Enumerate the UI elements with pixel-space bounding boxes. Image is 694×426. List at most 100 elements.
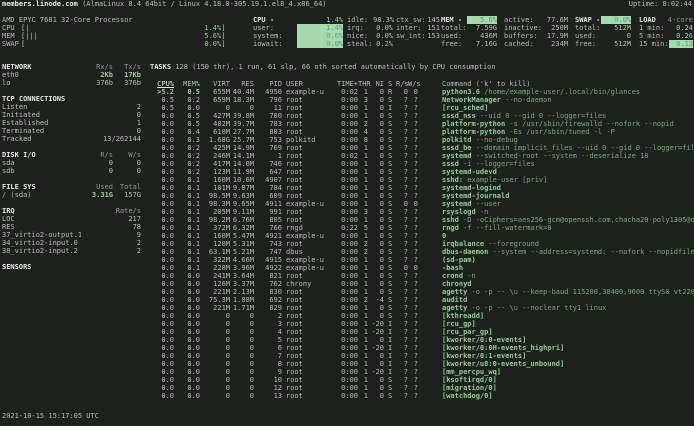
process-row[interactable]: >5.20.5655M40.4M4950example-u0:0210R00py…: [150, 88, 694, 96]
process-row[interactable]: 0.00.2425M14.9M769root0:0010S??sssd_be -…: [150, 144, 694, 152]
cell-time: 0:00: [332, 96, 358, 104]
cell-pid: 762: [254, 280, 282, 288]
cell-wps: ?: [408, 384, 418, 392]
process-row[interactable]: 0.00.4610M27.7M803root0:0040S??platform-…: [150, 128, 694, 136]
column-header-time[interactable]: TIME+: [332, 80, 358, 88]
process-row[interactable]: 0.00.0007root0:0010I??[kworker/0:1-event…: [150, 352, 694, 360]
cell-virt: 0: [200, 328, 230, 336]
process-row[interactable]: 0.00.1205M9.11M991root0:0030S??rsyslogd …: [150, 208, 694, 216]
process-row[interactable]: 0.00.0221M1.71M829root0:0010S??agetty -o…: [150, 304, 694, 312]
process-row[interactable]: 0.00.00012root0:0010S??[migration/0]: [150, 384, 694, 392]
process-row[interactable]: 0.00.0221M2.13M830root0:0010S??agetty -o…: [150, 288, 694, 296]
process-row[interactable]: 0.00.00010root0:0010S??[ksoftirqd/0]: [150, 376, 694, 384]
cell-command: [rcu_par_gp]: [442, 328, 694, 336]
stat-value: 1.4%: [297, 24, 343, 32]
item-name: Established: [2, 119, 81, 127]
cell-time: 0:22: [332, 224, 358, 232]
column-header-res[interactable]: RES: [230, 80, 254, 88]
cell-thr: 1: [358, 216, 368, 224]
process-row[interactable]: 0.00.1160M10.6M4907root0:0010S??sshd: ex…: [150, 176, 694, 184]
process-row[interactable]: 0.00.0005root0:0010I??[kworker/0:0-event…: [150, 336, 694, 344]
column-header-thr[interactable]: THR: [358, 80, 368, 88]
process-row[interactable]: 0.00.1101M9.87M784root0:0010S??systemd-l…: [150, 184, 694, 192]
cell-mem: 0.1: [174, 232, 200, 240]
column-header-cpu[interactable]: CPU%: [150, 80, 174, 88]
process-row[interactable]: 0.50.2659M18.3M796root0:0030S??NetworkMa…: [150, 96, 694, 104]
process-row[interactable]: 0.00.0004root0:001-20I??[rcu_par_gp]: [150, 328, 694, 336]
item-name: 37_virtio2-output.1: [2, 231, 81, 239]
item-value: 13/262144: [81, 135, 141, 143]
process-row[interactable]: 0.00.198.5M9.63M609root0:0010S??systemd-…: [150, 192, 694, 200]
cell-res: 6.32M: [230, 224, 254, 232]
cell-cpu: 0.0: [150, 280, 174, 288]
cell-state: S: [388, 176, 396, 184]
item-value: 0: [81, 167, 113, 175]
cell-state: I: [388, 368, 396, 376]
process-row[interactable]: 0.00.0241M3.64M821root0:0010S??crond -n: [150, 272, 694, 280]
stat-label: total:: [575, 24, 601, 32]
column-header-state[interactable]: S: [388, 80, 396, 88]
process-row[interactable]: 0.00.5427M39.8M780root0:0010S??sssd_nss …: [150, 112, 694, 120]
glances-terminal[interactable]: members.linode.com (AlmaLinux 8.4 64bit …: [0, 0, 694, 426]
process-row[interactable]: 0.00.2123M11.9M647root0:0010S??systemd-u…: [150, 168, 694, 176]
item-name: LOC: [2, 215, 81, 223]
stat-row: used:436M: [441, 32, 497, 40]
process-row[interactable]: 0.00.31.68G25.7M753polkitd0:0080S??polki…: [150, 136, 694, 144]
process-row[interactable]: 0.00.1372M6.32M766rngd0:2250S??rngd -f -…: [150, 224, 694, 232]
column-header-user[interactable]: USER: [286, 80, 332, 88]
process-row[interactable]: 0.00.198.2M6.76M805root0:0010S??sshd -D …: [150, 216, 694, 224]
process-row[interactable]: 0.00.163.1M5.21M747dbus0:0020S??dbus-dae…: [150, 248, 694, 256]
process-row[interactable]: 0.00.1160M5.47M4921example-u0:0010S??0: [150, 232, 694, 240]
cell-virt: 372M: [200, 224, 230, 232]
process-row[interactable]: 0.00.075.3M1.88M692root0:002-4S??auditd: [150, 296, 694, 304]
process-row[interactable]: 0.00.00013root0:0010S??[watchdog/0]: [150, 392, 694, 400]
process-row[interactable]: 0.00.0009root0:001-20I??[mm_percpu_wq]: [150, 368, 694, 376]
cell-user: example-u: [286, 232, 332, 240]
column-header-virt[interactable]: VIRT: [200, 80, 230, 88]
cell-res: 39.7M: [230, 120, 254, 128]
cell-ni: -4: [368, 296, 384, 304]
cell-state: S: [388, 168, 396, 176]
cell-state: S: [388, 136, 396, 144]
stat-value: 512M: [601, 40, 631, 48]
cell-command: [migration/0]: [442, 384, 694, 392]
process-row[interactable]: 0.00.2246M14.1M1root0:0210S??systemd --s…: [150, 152, 694, 160]
cell-pid: 4922: [254, 264, 282, 272]
cell-rps: ?: [396, 120, 408, 128]
column-header-pid[interactable]: PID: [254, 80, 282, 88]
column-header-wps[interactable]: W/s: [408, 80, 418, 88]
cell-wps: ?: [408, 360, 418, 368]
stat-label: steal:: [347, 40, 373, 48]
list-item: RES78: [2, 223, 141, 231]
column-header-rps[interactable]: R/s: [396, 80, 408, 88]
swap-gauge-label: SWAP: [2, 40, 21, 48]
stat-row: 1 min:0.24: [639, 24, 693, 32]
mem-stats-col1: MEM -5.6%total:7.59Gused:436Mfree:7.16G: [441, 16, 497, 48]
cell-command: 0: [442, 232, 694, 240]
cell-res: 9.11M: [230, 208, 254, 216]
process-row[interactable]: 0.50.00011root0:0010I??[rcu_sched]: [150, 104, 694, 112]
process-row[interactable]: 0.00.1322M4.66M4915example-u0:0010S??(sd…: [150, 256, 694, 264]
process-row[interactable]: 0.00.0126M3.37M762chrony0:0010S??chronyd: [150, 280, 694, 288]
process-row[interactable]: 0.00.0008root0:0010I??[kworker/u8:0-even…: [150, 360, 694, 368]
process-row[interactable]: 0.00.1120M5.31M743root0:0020S??irqbalanc…: [150, 240, 694, 248]
process-row[interactable]: 0.00.0002root0:0010S??[kthreadd]: [150, 312, 694, 320]
process-row[interactable]: 0.00.1228M3.96M4922example-u0:0010S00-ba…: [150, 264, 694, 272]
stat-value: 151: [426, 24, 440, 32]
uptime-label: Uptime:: [629, 0, 659, 8]
process-row[interactable]: 0.00.198.3M9.65M4911example-u0:0010S00sy…: [150, 200, 694, 208]
stat-row: LOAD4-core: [639, 16, 693, 24]
process-row[interactable]: 0.00.0003root0:001-20I??[rcu_gp]: [150, 320, 694, 328]
process-row[interactable]: 0.00.0006root0:001-20I??[kworker/0:0H-ev…: [150, 344, 694, 352]
cell-thr: 1: [358, 168, 368, 176]
column-header-mem[interactable]: MEM%: [174, 80, 200, 88]
section-header: SENSORS: [2, 263, 141, 271]
cell-pid: 6: [254, 344, 282, 352]
process-row[interactable]: 0.00.5402M39.7M783root0:0020S??platform-…: [150, 120, 694, 128]
column-header-command[interactable]: Command ('k' to kill): [442, 80, 694, 88]
cpu-gauge-row: CPU[|1.4%]: [2, 24, 242, 32]
cell-state: I: [388, 352, 396, 360]
os-info: (AlmaLinux 8.4 64bit / Linux 4.18.0-305.…: [82, 0, 326, 8]
column-header-ni[interactable]: NI: [368, 80, 384, 88]
process-row[interactable]: 0.00.2417M14.0M746root0:0010S??sssd -i -…: [150, 160, 694, 168]
